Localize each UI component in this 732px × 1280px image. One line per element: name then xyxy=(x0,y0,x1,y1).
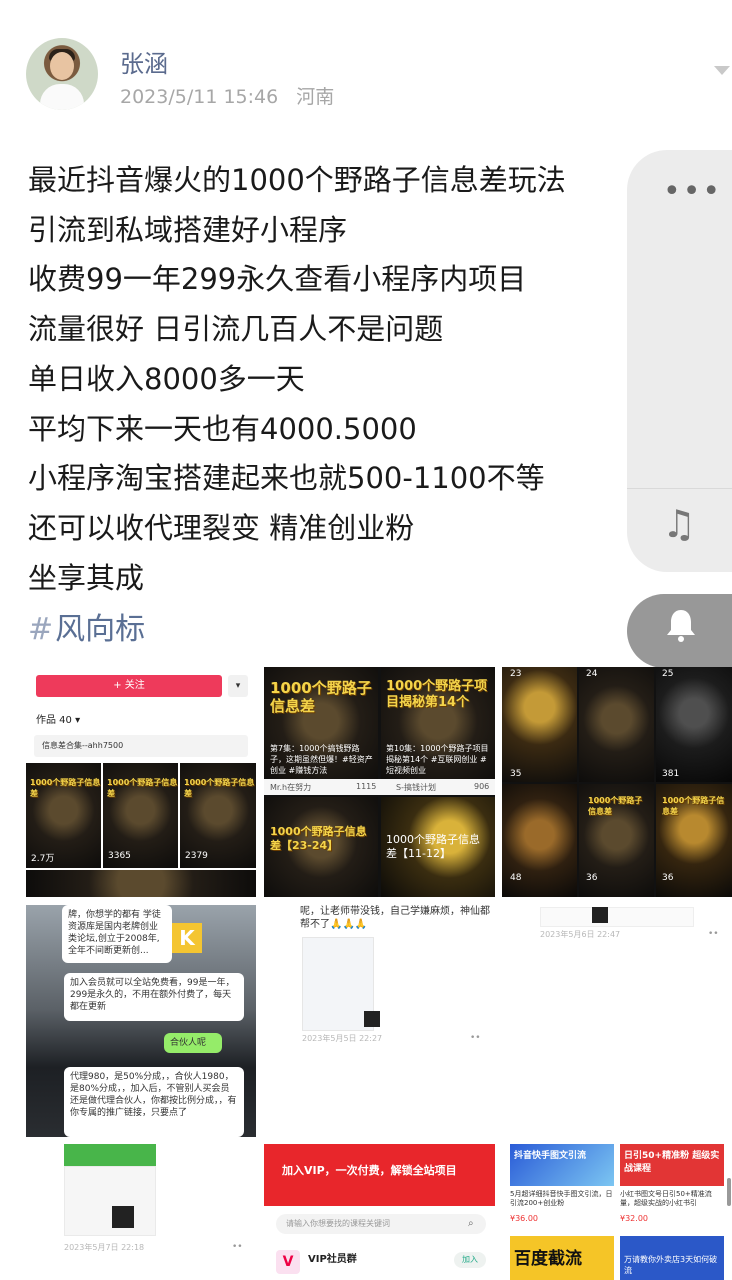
video-thumb: 1000个野路子信息差 3365 xyxy=(103,763,178,868)
post-image-3[interactable]: 23 24 25 35 381 1000个野路子信息差 1000个野路子信息差 … xyxy=(502,667,732,897)
video-title: 1000个野路子信息差 xyxy=(270,679,372,715)
qr-code xyxy=(112,1206,134,1228)
post-location: 河南 xyxy=(296,86,335,108)
post-image-6[interactable]: 2023年5月6日 22:47 •• xyxy=(502,905,732,1137)
video-caption: 第10集：1000个野路子项目揭秘第14个 #互联网创业 #短视频创业 xyxy=(386,744,489,775)
username[interactable]: 张涵 xyxy=(120,44,168,79)
video-caption: 第7集：1000个搞钱野路子，这期虽然但爆！#轻资产创业 #赚钱方法 xyxy=(270,744,373,775)
course-desc: 5月超详细抖音快手图文引流，日引流200+创业粉 xyxy=(510,1190,613,1207)
more-icon[interactable]: ••• xyxy=(663,174,722,209)
post-line: 流量很好 日引流几百人不是问题 xyxy=(28,312,444,347)
post-line: 平均下来一天也有4000.5000 xyxy=(28,411,417,446)
post-image-2[interactable]: 1000个野路子信息差 第7集：1000个搞钱野路子，这期虽然但爆！#轻资产创业… xyxy=(264,667,495,897)
video-thumb xyxy=(26,870,256,897)
post-line: 引流到私域搭建好小程序 xyxy=(28,212,348,247)
timestamp: 2023年5月5日 22:27 xyxy=(302,1034,383,1043)
banner-text: 加入VIP，一次付费，解锁全站项目 xyxy=(282,1164,457,1177)
more-icon[interactable]: •• xyxy=(232,1242,243,1252)
scrollbar[interactable] xyxy=(727,1178,731,1206)
chat-message: 代理980，是50%分成，，合伙人1980，是80%分成，，加入后，不管别人买会… xyxy=(64,1067,244,1137)
post-meta: 2023/5/11 15:46 河南 xyxy=(120,82,346,109)
post-image-1[interactable]: + 关注 ▾ 作品 40 ▾ 信息差合集--ahh7500 1000个野路子信息… xyxy=(26,667,256,897)
bell-icon xyxy=(667,610,695,642)
course-desc: 小红书图文号日引50+精准流量，超级实战的小红书引 xyxy=(620,1190,712,1207)
video-title: 1000个野路子项目揭秘第14个 xyxy=(386,679,488,710)
post-image-4[interactable]: 牌，你想学的都有 学徒资源库是国内老牌创业类论坛,创立于2008年,全年不间断更… xyxy=(26,905,256,1137)
chevron-down-icon[interactable] xyxy=(714,66,730,75)
post-image-5[interactable]: 呢，让老师带没钱，自己学嫌麻烦，神仙都帮不了🙏🙏🙏 2023年5月5日 22:2… xyxy=(264,905,495,1137)
group-avatar: V xyxy=(276,1250,300,1274)
course-title: 抖音快手图文引流 xyxy=(514,1151,587,1161)
chat-message: 加入会员就可以全站免费看，99是一年，299是永久的，不用在额外付费了，每天都在… xyxy=(64,973,244,1021)
more-icon[interactable]: •• xyxy=(708,929,719,939)
avatar[interactable] xyxy=(26,38,98,110)
group-title: VIP社员群 xyxy=(308,1254,357,1265)
video-title: 1000个野路子信息差 xyxy=(662,796,725,816)
qr-code xyxy=(364,1011,380,1027)
screenshot-preview xyxy=(64,1144,156,1166)
post-image-8[interactable]: 加入VIP，一次付费，解锁全站项目 请输入你想要找的课程关键词 ⌕ V VIP社… xyxy=(264,1144,495,1280)
screenshot-preview xyxy=(540,907,694,927)
video-thumb: 1000个野路子信息差 2.7万 xyxy=(26,763,101,868)
video-title: 1000个野路子信息差 xyxy=(588,796,643,816)
topic-tag[interactable]: #风向标 xyxy=(28,604,145,648)
post-line: 单日收入8000多一天 xyxy=(28,361,305,396)
follow-button[interactable]: + 关注 xyxy=(36,675,222,697)
post-line: 收费99一年299永久查看小程序内项目 xyxy=(28,262,527,297)
post-line: 最近抖音爆火的1000个野路子信息差玩法 xyxy=(28,163,566,197)
course-price: ¥32.00 xyxy=(620,1214,648,1223)
timestamp: 2023年5月7日 22:18 xyxy=(64,1243,145,1252)
music-note-icon[interactable]: ♫ xyxy=(662,502,696,546)
collection-bar: 信息差合集--ahh7500 xyxy=(34,735,248,757)
post-content: 最近抖音爆火的1000个野路子信息差玩法 引流到私域搭建好小程序 收费99一年2… xyxy=(28,156,668,603)
video-title: 1000个野路子信息差【11-12】 xyxy=(386,833,480,860)
more-icon[interactable]: •• xyxy=(470,1033,481,1043)
chat-message: 合伙人呢 xyxy=(164,1033,222,1053)
post-datetime: 2023/5/11 15:46 xyxy=(120,86,279,108)
logo: K xyxy=(172,923,202,953)
post-line: 还可以收代理裂变 精准创业粉 xyxy=(28,510,415,545)
course-title: 百度截流 xyxy=(514,1249,582,1269)
follow-dropdown[interactable]: ▾ xyxy=(228,675,248,697)
post-line: 小程序淘宝搭建起来也就500-1100不等 xyxy=(28,461,545,496)
author-name: Mr.h在努力 xyxy=(270,783,312,792)
hash-icon: # xyxy=(28,612,54,647)
course-price: ¥36.00 xyxy=(510,1214,538,1223)
post-line: 坐享其成 xyxy=(28,560,145,595)
post-image-7[interactable]: 2023年5月7日 22:18 •• xyxy=(26,1144,256,1280)
timestamp: 2023年5月6日 22:47 xyxy=(540,930,621,939)
search-input[interactable]: 请输入你想要找的课程关键词 xyxy=(276,1214,486,1234)
search-icon[interactable]: ⌕ xyxy=(468,1218,474,1229)
like-count: 906 xyxy=(474,782,490,791)
post-image-9[interactable]: 抖音快手图文引流 5月超详细抖音快手图文引流，日引流200+创业粉 ¥36.00… xyxy=(502,1144,732,1280)
video-thumb: 1000个野路子信息差 2379 xyxy=(180,763,256,868)
works-count: 作品 40 ▾ xyxy=(36,715,81,726)
chat-message: 呢，让老师带没钱，自己学嫌麻烦，神仙都帮不了🙏🙏🙏 xyxy=(300,906,490,930)
video-title: 1000个野路子信息差【23-24】 xyxy=(270,825,367,852)
course-title: 万请教你外卖店3天如何破流 xyxy=(624,1255,718,1275)
topic-tag-label: 风向标 xyxy=(55,612,146,647)
join-button[interactable]: 加入 xyxy=(454,1252,486,1268)
chat-message: 牌，你想学的都有 学徒资源库是国内老牌创业类论坛,创立于2008年,全年不间断更… xyxy=(62,905,172,963)
divider xyxy=(627,488,732,489)
course-title: 日引50+精准粉 超级实战课程 xyxy=(624,1151,720,1174)
like-count: 1115 xyxy=(356,782,377,791)
author-name: S-搞钱计划 xyxy=(396,783,436,792)
qr-code xyxy=(592,907,608,923)
